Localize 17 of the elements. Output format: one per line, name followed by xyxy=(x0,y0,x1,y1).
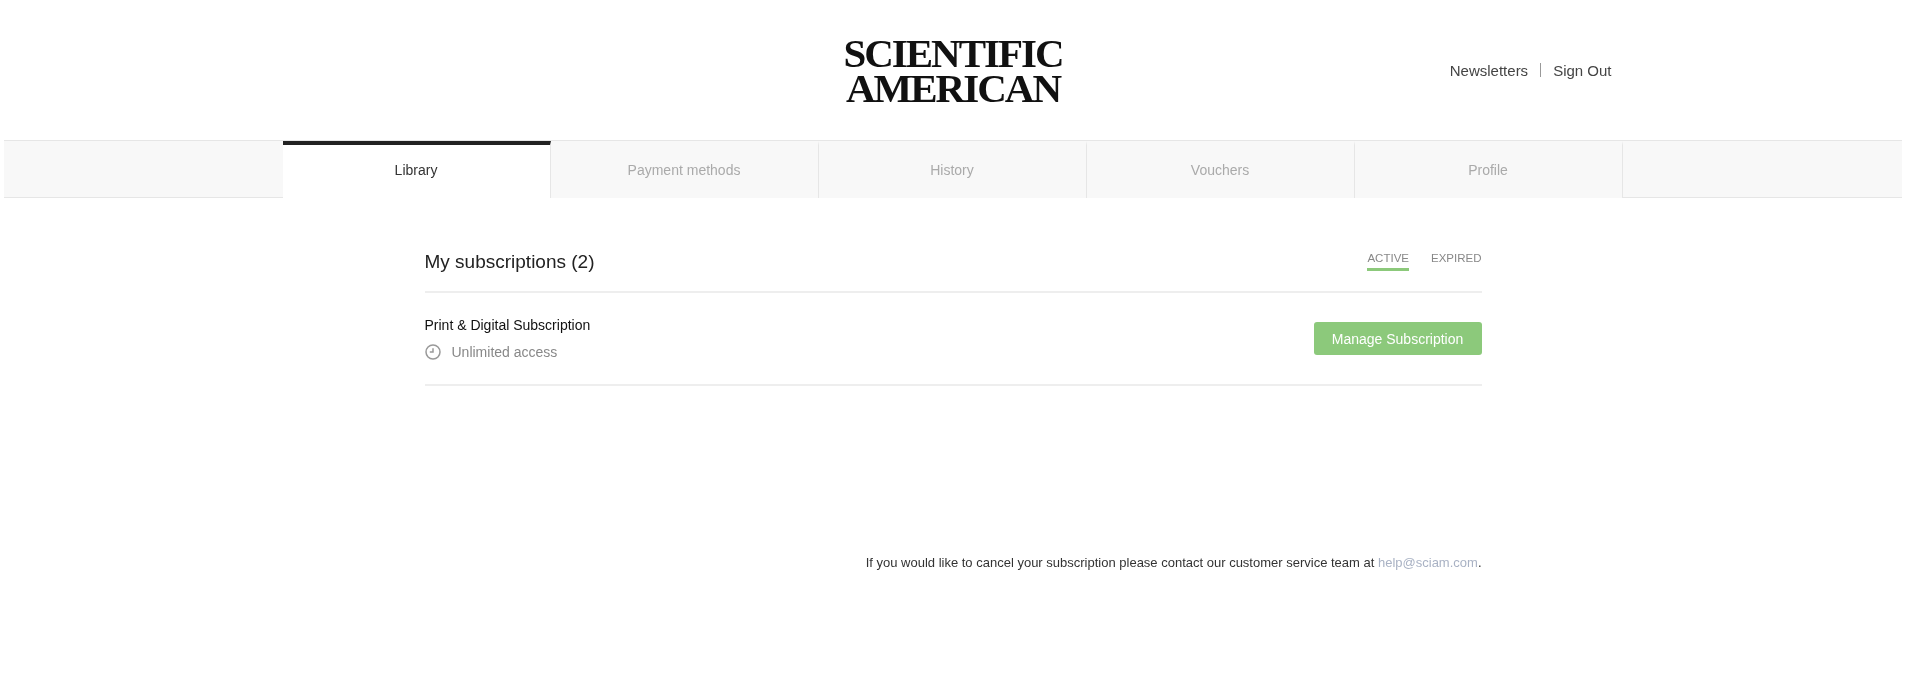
access-label: Unlimited access xyxy=(451,343,558,361)
email-link[interactable]: help@sciam.com xyxy=(1377,555,1478,570)
nav-tab[interactable]: Profile xyxy=(1354,141,1623,198)
logo[interactable]: SCIENTIFIC AMERICAN xyxy=(843,34,1063,106)
nav-tab[interactable]: History xyxy=(818,141,1087,198)
nav-tab[interactable]: Payment methods xyxy=(550,141,819,198)
filter-tab[interactable]: ACTIVE xyxy=(1367,250,1409,271)
header-link[interactable]: Sign Out xyxy=(1553,61,1612,79)
filter-tab[interactable]: EXPIRED xyxy=(1431,250,1482,271)
clock-icon xyxy=(424,344,441,360)
header-link[interactable]: Newsletters xyxy=(1449,61,1529,79)
nav-tab[interactable]: Library xyxy=(282,141,551,198)
section-title: My subscriptions (2) xyxy=(424,250,595,274)
nav-tab[interactable]: Vouchers xyxy=(1086,141,1355,198)
subscription-name: Print & Digital Subscription xyxy=(424,316,591,334)
manage-subscription-button[interactable]: Manage Subscription xyxy=(1313,322,1482,355)
cancel-notice: If you would like to cancel your subscription please contact our customer service team at help@sciam.com. xyxy=(864,554,1482,572)
